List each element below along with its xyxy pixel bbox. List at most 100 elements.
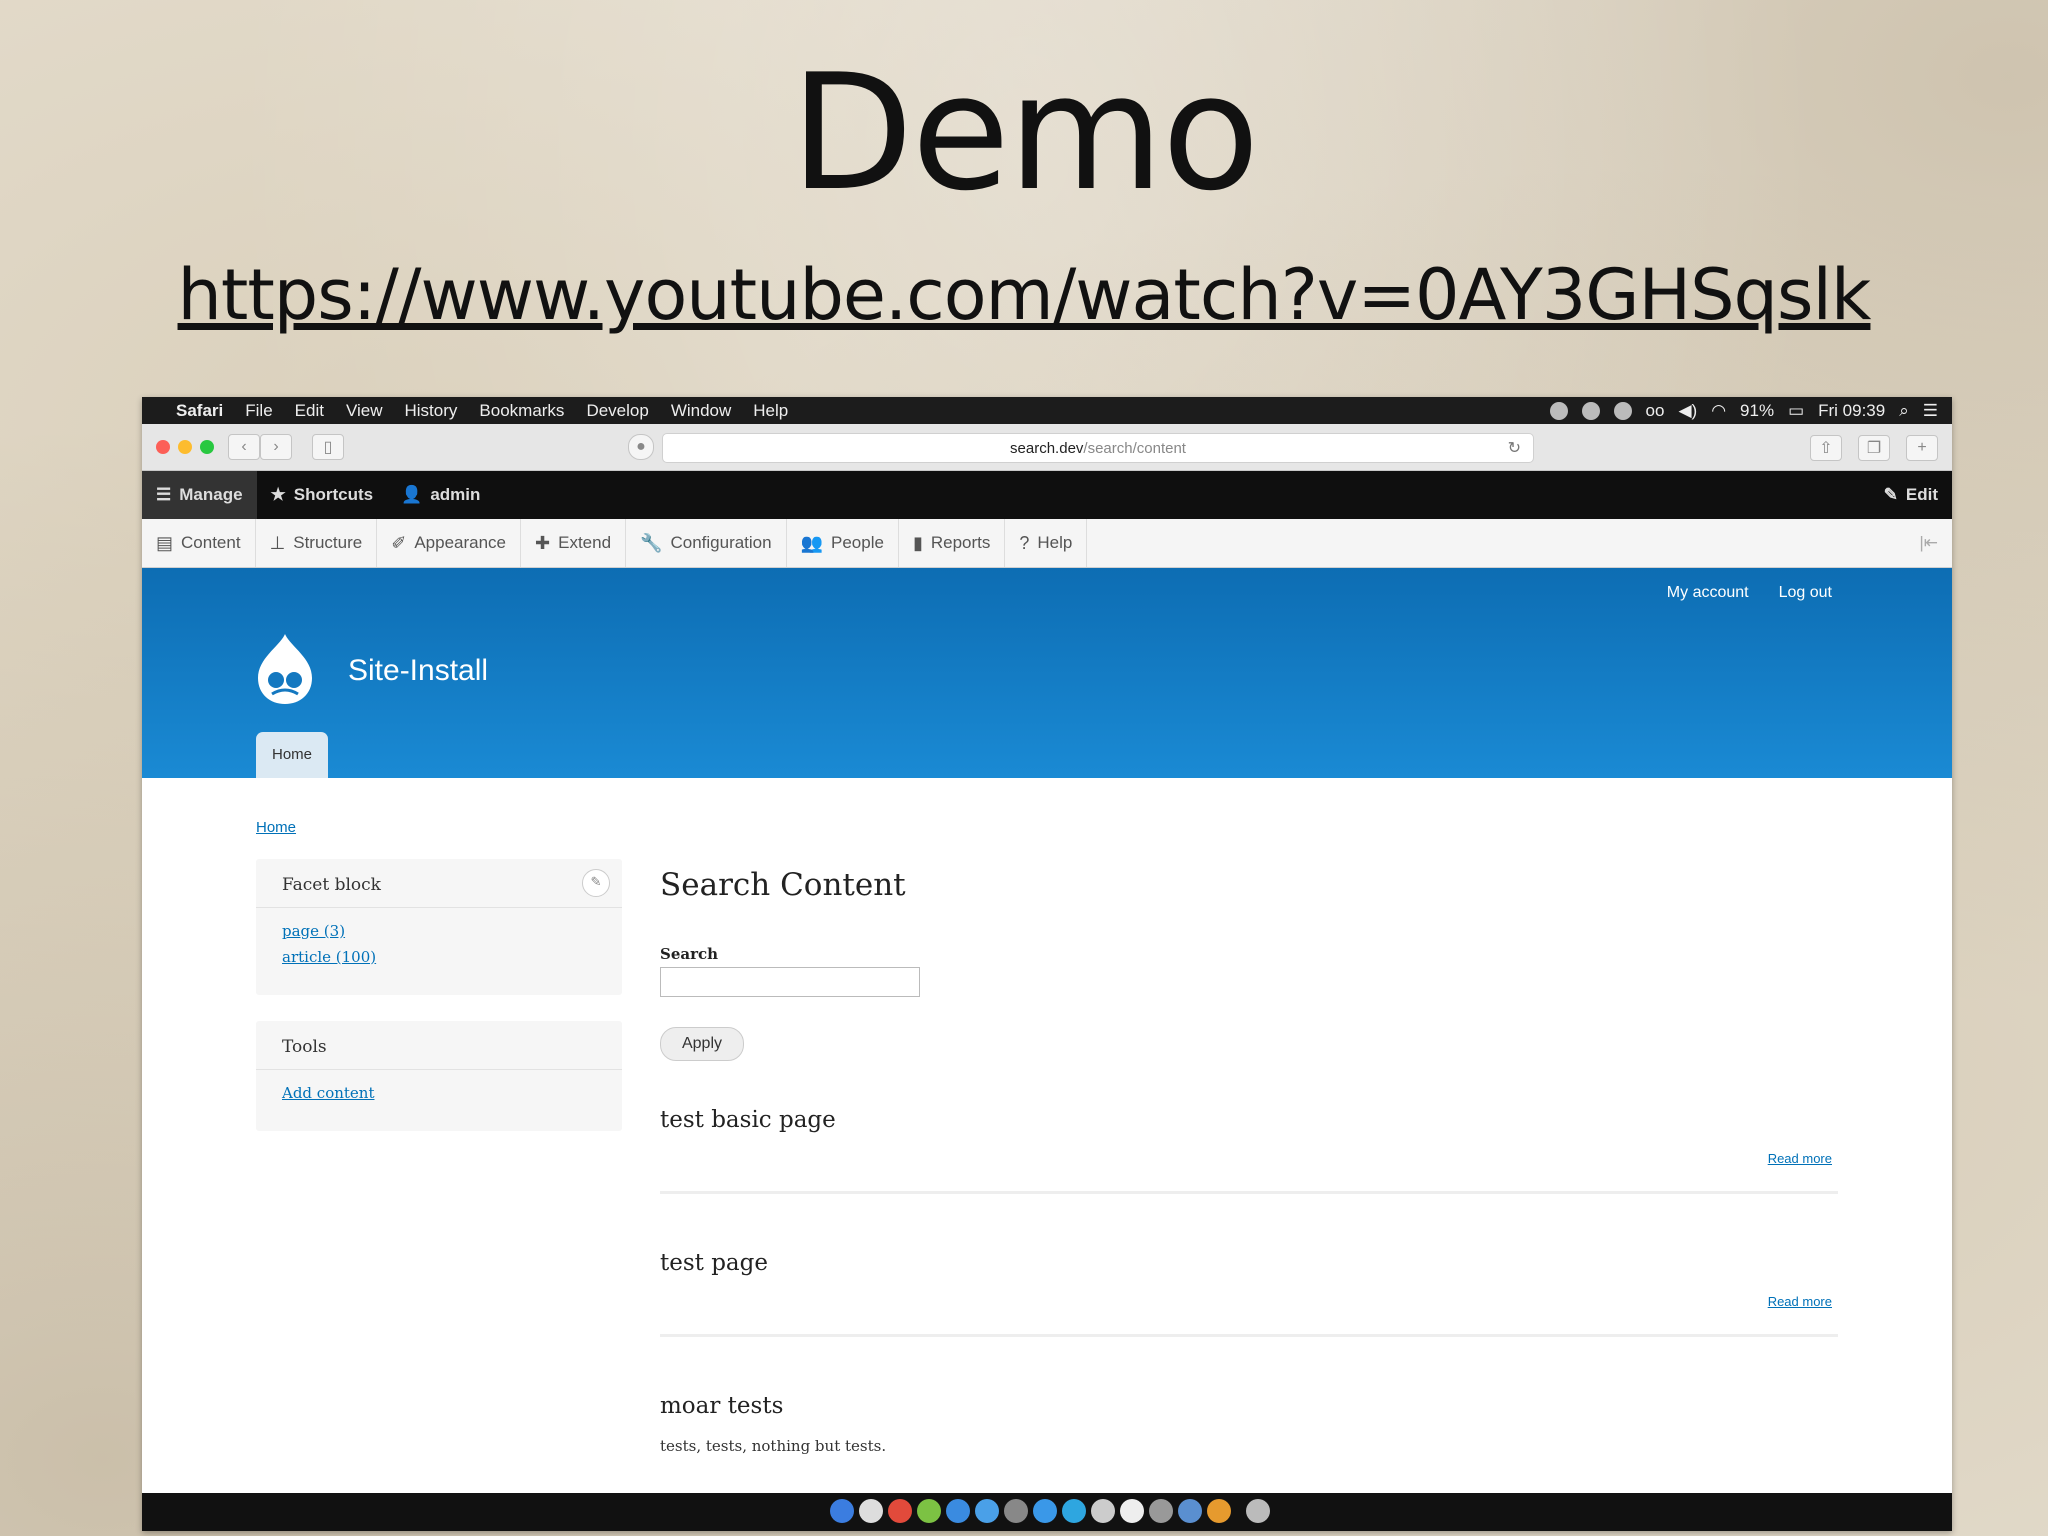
result-title[interactable]: moar tests (660, 1393, 1838, 1419)
page-title: Search Content (660, 867, 906, 903)
app-icon[interactable] (1004, 1499, 1028, 1523)
chrome-icon[interactable] (888, 1499, 912, 1523)
toolbar-user[interactable]: 👤 admin (387, 471, 494, 519)
notes-icon[interactable] (859, 1499, 883, 1523)
facet-block-title: Facet block (256, 859, 622, 908)
app-icon[interactable] (1033, 1499, 1057, 1523)
safari-icon[interactable] (946, 1499, 970, 1523)
result-item: test page Read more (660, 1250, 1838, 1337)
share-icon[interactable]: ⇧ (1810, 435, 1842, 461)
ublock-icon[interactable]: ● (628, 434, 654, 460)
spotlight-icon[interactable]: ⌕ (1899, 401, 1909, 421)
tab-home[interactable]: Home (256, 732, 328, 778)
tray-reports-label: Reports (930, 533, 991, 552)
slide-title: Demo (790, 39, 1259, 226)
log-out-link[interactable]: Log out (1779, 584, 1832, 602)
mac-dock (142, 1493, 1952, 1531)
address-host: search.dev (1010, 439, 1084, 457)
notification-center-icon[interactable]: ☰ (1923, 401, 1938, 421)
toolbar-user-label: admin (430, 485, 481, 504)
tray-people[interactable]: 👥 People (787, 519, 899, 567)
wifi-icon[interactable]: ◠ (1711, 401, 1726, 421)
status-tray: oo ◀) ◠ 91% ▭ Fri 09:39 ⌕ ☰ (1549, 401, 1938, 421)
add-content-link[interactable]: Add content (282, 1080, 622, 1106)
menu-history[interactable]: History (405, 401, 458, 421)
toolbar-edit-label: Edit (1905, 485, 1938, 504)
app-icon[interactable] (917, 1499, 941, 1523)
screenshot-frame: Safari File Edit View History Bookmarks … (142, 397, 1952, 1531)
address-bar[interactable]: search.dev/search/content ↻ (662, 433, 1534, 463)
menu-develop[interactable]: Develop (586, 401, 648, 421)
clock[interactable]: Fri 09:39 (1818, 401, 1885, 421)
app-icon[interactable] (1207, 1499, 1231, 1523)
app-store-icon[interactable] (975, 1499, 999, 1523)
breadcrumb[interactable]: Home (256, 819, 296, 836)
menu-edit[interactable]: Edit (295, 401, 324, 421)
tray-appearance[interactable]: ✐ Appearance (377, 519, 522, 567)
tray-extend[interactable]: ✚ Extend (521, 519, 627, 567)
new-tab-button[interactable]: + (1906, 435, 1938, 461)
app-icon[interactable] (1149, 1499, 1173, 1523)
close-window-button[interactable] (156, 440, 170, 454)
result-item: moar tests tests, tests, nothing but tes… (660, 1393, 1838, 1483)
pencil-icon: ✎ (1883, 485, 1898, 504)
tray-structure[interactable]: ⊥ Structure (256, 519, 378, 567)
wrench-icon: 🔧 (640, 532, 663, 553)
telegram-icon[interactable] (1062, 1499, 1086, 1523)
facet-link-page[interactable]: page (3) (282, 918, 622, 944)
tray-reports[interactable]: ▮ Reports (899, 519, 1006, 567)
glasses-icon[interactable]: oo (1646, 401, 1665, 421)
toolbar-shortcuts[interactable]: ★ Shortcuts (257, 471, 388, 519)
mac-menubar: Safari File Edit View History Bookmarks … (142, 397, 1952, 424)
tabs-icon[interactable]: ❐ (1858, 435, 1890, 461)
toolbar-edit[interactable]: ✎ Edit (1870, 471, 1952, 519)
evernote-icon[interactable] (1613, 401, 1632, 420)
browser-toolbar: ‹ › ▯ ● search.dev/search/content ↻ ⇧ ❐ … (142, 424, 1952, 471)
read-more-link[interactable]: Read more (1768, 1294, 1832, 1309)
people-icon: 👥 (800, 532, 824, 553)
minimize-window-button[interactable] (178, 440, 192, 454)
forward-button[interactable]: › (260, 434, 292, 460)
tools-block: Tools Add content (256, 1021, 622, 1131)
menu-window[interactable]: Window (671, 401, 731, 421)
reload-icon[interactable]: ↻ (1508, 438, 1521, 458)
back-button[interactable]: ‹ (228, 434, 260, 460)
bar-chart-icon: ▮ (912, 532, 923, 553)
search-input[interactable] (660, 967, 920, 997)
tray-content[interactable]: ▤ Content (142, 519, 256, 567)
menu-bookmarks[interactable]: Bookmarks (479, 401, 564, 421)
volume-icon[interactable]: ◀) (1678, 401, 1697, 421)
app-icon[interactable] (1091, 1499, 1115, 1523)
dropbox-icon[interactable] (1581, 401, 1600, 420)
hamburger-icon: ☰ (156, 485, 172, 504)
tray-configuration[interactable]: 🔧 Configuration (626, 519, 787, 567)
contextual-edit-icon[interactable]: ✎ (582, 869, 610, 897)
battery-level[interactable]: 91% (1740, 401, 1774, 421)
calendar-icon[interactable] (1120, 1499, 1144, 1523)
file-icon: ▤ (156, 532, 174, 553)
tray-help[interactable]: ? Help (1005, 519, 1088, 567)
site-name[interactable]: Site-Install (348, 654, 488, 688)
menu-help[interactable]: Help (753, 401, 788, 421)
sidebar-toggle-icon[interactable]: ▯ (312, 434, 344, 460)
zoom-window-button[interactable] (200, 440, 214, 454)
result-title[interactable]: test basic page (660, 1107, 1838, 1133)
tray-orientation-toggle-icon[interactable]: |⇤ (1919, 533, 1938, 553)
slide-url[interactable]: https://www.youtube.com/watch?v=0AY3GHSq… (0, 250, 2048, 340)
search-label: Search (660, 945, 719, 963)
menu-file[interactable]: File (245, 401, 272, 421)
tray-app-icon[interactable] (1549, 401, 1568, 420)
toolbar-manage[interactable]: ☰ Manage (142, 471, 257, 519)
toolbar-shortcuts-label: Shortcuts (293, 485, 374, 504)
apply-button[interactable]: Apply (660, 1027, 744, 1061)
trash-icon[interactable] (1246, 1499, 1270, 1523)
finder-icon[interactable] (830, 1499, 854, 1523)
menu-view[interactable]: View (346, 401, 383, 421)
result-title[interactable]: test page (660, 1250, 1838, 1276)
read-more-link[interactable]: Read more (1768, 1151, 1832, 1166)
facet-link-article[interactable]: article (100) (282, 944, 622, 970)
drupal-logo-icon[interactable] (254, 632, 316, 706)
my-account-link[interactable]: My account (1667, 584, 1749, 602)
menu-safari[interactable]: Safari (176, 401, 223, 421)
app-icon[interactable] (1178, 1499, 1202, 1523)
